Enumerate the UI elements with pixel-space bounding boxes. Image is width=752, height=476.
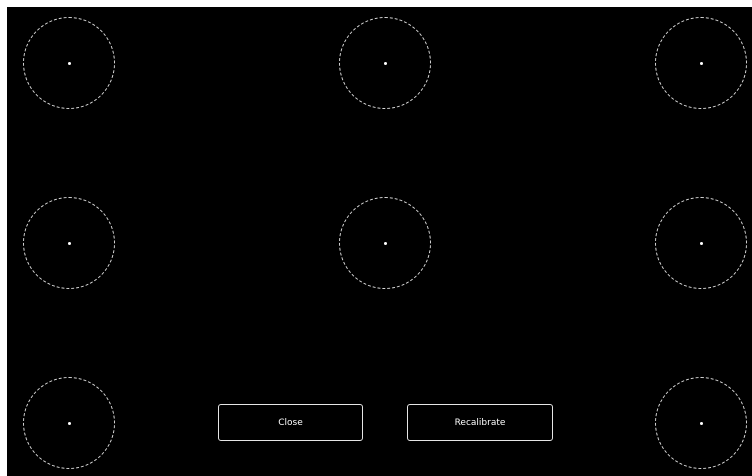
target-dot: [699, 61, 703, 65]
recalibrate-button-label: Recalibrate: [454, 417, 506, 428]
target-dot: [67, 241, 71, 245]
target-dot: [699, 241, 703, 245]
calibration-target-middle-center[interactable]: [339, 197, 431, 289]
target-dot: [383, 241, 387, 245]
target-dot: [67, 61, 71, 65]
calibration-target-top-right[interactable]: [655, 17, 747, 109]
calibration-target-bottom-right[interactable]: [655, 377, 747, 469]
target-dot: [383, 61, 387, 65]
target-dot: [699, 421, 703, 425]
close-button-label: Close: [278, 417, 303, 428]
calibration-target-middle-left[interactable]: [23, 197, 115, 289]
close-button[interactable]: Close: [218, 404, 363, 441]
calibration-target-top-center[interactable]: [339, 17, 431, 109]
calibration-screen: Close Recalibrate: [7, 7, 752, 476]
calibration-target-middle-right[interactable]: [655, 197, 747, 289]
recalibrate-button[interactable]: Recalibrate: [407, 404, 553, 441]
calibration-target-top-left[interactable]: [23, 17, 115, 109]
target-dot: [67, 421, 71, 425]
calibration-target-bottom-left[interactable]: [23, 377, 115, 469]
